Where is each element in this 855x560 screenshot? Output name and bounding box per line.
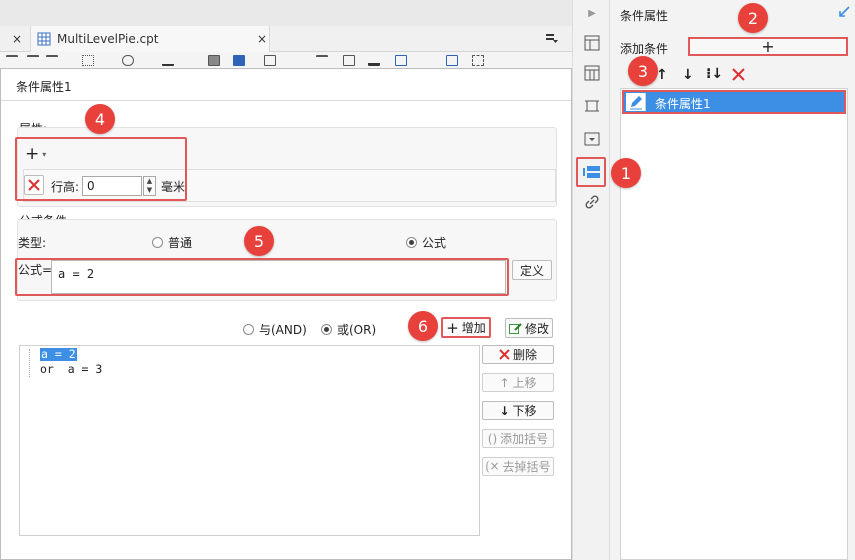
align-right-icon[interactable] [46,55,58,66]
panel-title: 条件属性 [620,9,669,23]
file-tab-bar: × MultiLevelPie.cpt × [0,26,572,52]
step-badge: 1 [611,158,641,188]
type-formula-radio[interactable]: 公式 [406,234,446,251]
dropdown-menu-icon[interactable] [546,32,558,44]
property-icon-strip: ▶ [572,0,610,560]
step-badge: 2 [738,3,768,33]
cell-attribute-icon[interactable] [583,34,601,52]
logic-or-radio[interactable]: 或(OR) [321,321,376,338]
plus-icon: + [446,318,459,337]
modify-icon [508,322,522,334]
widget-icon[interactable] [583,97,601,115]
define-button[interactable]: 定义 [512,260,552,280]
type-normal-radio[interactable]: 普通 [152,234,192,251]
add-condition-button[interactable]: + 增加 [441,317,491,338]
step-badge: 6 [408,311,438,341]
condition-item-label: 条件属性1 [655,97,711,111]
modify-button[interactable]: 修改 [505,318,553,338]
hyperlink-icon[interactable] [583,193,601,211]
insert-row-icon[interactable] [264,55,276,66]
plus-icon: + [761,37,775,56]
dock-arrow-icon[interactable] [838,6,850,18]
slash-icon[interactable] [420,55,432,66]
move-down-button[interactable]: ↓ 下移 [482,401,554,420]
type-label: 类型: [18,236,47,250]
delete-condition-icon[interactable] [732,68,745,84]
condition-attribute-icon[interactable] [583,163,601,181]
tab-title: MultiLevelPie.cpt [57,32,159,46]
collapse-arrow-icon[interactable]: ▶ [583,4,601,22]
arrow-up-icon: ↑ [499,375,510,390]
condition-list-item[interactable]: 条件属性1 [622,90,846,114]
remove-parenthesis-button[interactable]: ⟮× 去掉括号 [482,457,554,476]
report-file-icon [37,32,51,46]
condition-item[interactable]: a = 2 [40,348,77,361]
add-condition-label: 添加条件 [620,42,669,56]
dialog-title: 条件属性1 [1,69,571,101]
edit-pencil-icon [626,93,646,111]
parenthesis-icon: () [487,431,498,446]
border-icon[interactable] [82,55,94,66]
cell-style-icon[interactable] [583,64,601,82]
logic-and-radio[interactable]: 与(AND) [243,321,307,338]
dropdown-widget-icon[interactable] [583,130,601,148]
subreport-icon[interactable] [446,55,458,66]
delete-x-icon [499,349,510,360]
tab-multilevelpie[interactable]: MultiLevelPie.cpt × [30,26,270,52]
frame-icon[interactable] [472,55,484,66]
condition-list[interactable]: a = 2 or a = 3 [19,345,480,536]
formula-icon[interactable] [343,55,355,66]
tree-line [29,349,30,377]
fill-color-icon[interactable] [122,55,134,66]
image-icon[interactable] [395,55,407,66]
delete-condition-button[interactable]: 删除 [482,345,554,364]
highlight-formula-area [15,258,509,296]
move-down-icon[interactable]: ↓ [682,67,694,83]
add-parenthesis-button[interactable]: () 添加括号 [482,429,554,448]
condition-list-panel: 条件属性1 [620,88,848,560]
arrow-down-icon: ↓ [499,403,510,418]
condition-property-dialog: 条件属性1 属性: +▾ 行高: 0 ▲▼ 毫米 公式条件 类型: 普通 公式 … [0,68,572,560]
table-icon[interactable] [233,55,245,66]
highlight-attr-area [15,137,187,201]
step-badge: 3 [628,56,658,86]
step-badge: 4 [85,104,115,134]
remove-parenthesis-icon: ⟮× [485,459,500,473]
align-left-icon[interactable] [6,55,18,66]
add-condition-plus-button[interactable]: + [688,37,848,56]
paragraph-icon[interactable] [316,55,328,66]
text-icon[interactable] [289,55,301,66]
tab-close-button[interactable]: × [12,26,22,52]
chart-icon[interactable] [368,55,380,66]
align-center-icon[interactable] [27,55,39,66]
move-up-button[interactable]: ↑ 上移 [482,373,554,392]
condition-item[interactable]: or a = 3 [40,363,102,376]
step-badge: 5 [244,226,274,256]
tab-close-icon[interactable]: × [257,32,267,46]
insert-cell-icon[interactable] [208,55,220,66]
move-bottom-icon[interactable]: ⁝↓ [706,66,723,82]
font-color-icon[interactable] [162,55,174,66]
